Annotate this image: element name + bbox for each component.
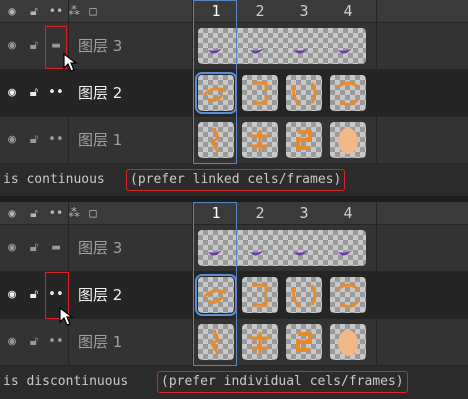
cel[interactable] bbox=[242, 324, 278, 360]
cel[interactable] bbox=[330, 324, 366, 360]
arrow-graphic bbox=[252, 81, 268, 105]
column-divider bbox=[68, 0, 69, 164]
blob-graphic bbox=[338, 128, 358, 154]
arrow-graphic bbox=[292, 284, 317, 309]
status-bar: is continuous (prefer linked cels/frames… bbox=[0, 165, 468, 195]
eye-icon[interactable]: ◉ bbox=[2, 0, 22, 22]
eye-icon[interactable]: ◉ bbox=[2, 23, 22, 69]
lock-icon[interactable]: 🔓︎ bbox=[24, 23, 44, 69]
column-divider bbox=[192, 0, 193, 164]
cel[interactable] bbox=[286, 122, 322, 158]
frame-number-4[interactable]: 4 bbox=[326, 202, 370, 224]
cel[interactable] bbox=[286, 75, 322, 111]
blob-graphic bbox=[209, 127, 220, 153]
blob-graphic bbox=[338, 330, 358, 356]
layer-name[interactable]: 图层 3 bbox=[78, 23, 122, 69]
layer-name[interactable]: 图层 1 bbox=[78, 117, 122, 163]
eye-icon[interactable]: ◉ bbox=[2, 272, 22, 318]
layer-row-2[interactable]: ◉ 🔓︎ •• 图层 2 bbox=[0, 70, 468, 117]
cel[interactable] bbox=[198, 324, 234, 360]
eye-icon[interactable]: ◉ bbox=[2, 202, 22, 224]
eye-icon[interactable]: ◉ bbox=[2, 70, 22, 116]
arrow-graphic bbox=[337, 283, 360, 308]
link-icon[interactable]: •• bbox=[46, 202, 66, 224]
moon-graphic bbox=[208, 250, 352, 256]
linked-cel[interactable] bbox=[198, 230, 366, 266]
layer-name[interactable]: 图层 3 bbox=[78, 225, 122, 271]
moon-graphic bbox=[208, 48, 352, 54]
cel[interactable] bbox=[242, 122, 278, 158]
eye-icon[interactable]: ◉ bbox=[2, 117, 22, 163]
cel[interactable] bbox=[330, 122, 366, 158]
frame-number-3[interactable]: 3 bbox=[282, 0, 326, 22]
timeline-panel-discontinuous: ◉ 🔓︎ •• ⁂ □ 1 2 3 4 ◉ 🔓︎ ▬ 图层 3 ◉ 🔓︎ •• … bbox=[0, 202, 468, 399]
cel[interactable] bbox=[330, 277, 366, 313]
status-message: is continuous bbox=[3, 172, 113, 187]
timeline-header: ◉ 🔓︎ •• ⁂ □ 1 2 3 4 bbox=[0, 202, 468, 225]
mouse-cursor-icon bbox=[59, 306, 74, 326]
column-divider bbox=[376, 0, 377, 164]
layer-name[interactable]: 图层 1 bbox=[78, 319, 122, 365]
cel[interactable] bbox=[242, 75, 278, 111]
arrow-graphic bbox=[202, 289, 227, 304]
frame-number-2[interactable]: 2 bbox=[238, 202, 282, 224]
frame-number-1[interactable]: 1 bbox=[194, 202, 238, 224]
blob-graphic bbox=[209, 329, 220, 355]
cel[interactable] bbox=[286, 277, 322, 313]
link-icon[interactable]: •• bbox=[46, 0, 66, 22]
continuous-line-icon[interactable]: ▬ bbox=[46, 225, 66, 271]
lock-icon[interactable]: 🔓︎ bbox=[24, 225, 44, 271]
arrow-graphic bbox=[337, 81, 360, 106]
arrow-graphic bbox=[292, 82, 317, 107]
timeline-panel-continuous: ◉ 🔓︎ •• ⁂ □ 1 2 3 4 ◉ 🔓︎ ▬ 图层 3 ◉ 🔓︎ •• … bbox=[0, 0, 468, 196]
frame-number-4[interactable]: 4 bbox=[326, 0, 370, 22]
column-divider bbox=[376, 202, 377, 366]
cel[interactable] bbox=[195, 72, 237, 114]
layer-row-1[interactable]: ◉ 🔓︎ •• 图层 1 bbox=[0, 117, 468, 164]
lock-icon[interactable]: 🔓︎ bbox=[24, 117, 44, 163]
arrow-graphic bbox=[202, 87, 227, 102]
lock-icon[interactable]: 🔓︎ bbox=[24, 319, 44, 365]
timeline-header: ◉ 🔓︎ •• ⁂ □ 1 2 3 4 bbox=[0, 0, 468, 23]
blob-graphic bbox=[296, 130, 312, 150]
lock-icon[interactable]: 🔓︎ bbox=[24, 202, 44, 224]
status-bar: is discontinuous (prefer individual cels… bbox=[0, 367, 468, 397]
link-icon[interactable]: •• bbox=[46, 117, 66, 163]
cel[interactable] bbox=[330, 75, 366, 111]
blob-graphic bbox=[250, 332, 270, 354]
blob-graphic bbox=[250, 130, 270, 152]
column-divider bbox=[192, 202, 193, 366]
cel[interactable] bbox=[195, 274, 237, 316]
eye-icon[interactable]: ◉ bbox=[2, 225, 22, 271]
arrow-graphic bbox=[252, 283, 268, 307]
square-icon[interactable]: □ bbox=[84, 202, 102, 224]
link-icon[interactable]: •• bbox=[46, 70, 66, 116]
square-icon[interactable]: □ bbox=[84, 0, 102, 22]
linked-cel[interactable] bbox=[198, 28, 366, 64]
layer-row-3[interactable]: ◉ 🔓︎ ▬ 图层 3 bbox=[0, 225, 468, 272]
cel[interactable] bbox=[198, 122, 234, 158]
frame-number-2[interactable]: 2 bbox=[238, 0, 282, 22]
layer-name[interactable]: 图层 2 bbox=[78, 272, 122, 318]
blob-graphic bbox=[296, 332, 312, 352]
status-hint: (prefer linked cels/frames) bbox=[126, 169, 346, 191]
cel[interactable] bbox=[286, 324, 322, 360]
status-message: is discontinuous bbox=[3, 374, 137, 389]
lock-icon[interactable]: 🔓︎ bbox=[24, 272, 44, 318]
eye-icon[interactable]: ◉ bbox=[2, 319, 22, 365]
layer-name[interactable]: 图层 2 bbox=[78, 70, 122, 116]
lock-icon[interactable]: 🔓︎ bbox=[24, 70, 44, 116]
status-hint: (prefer individual cels/frames) bbox=[157, 371, 408, 393]
lock-icon[interactable]: 🔓︎ bbox=[24, 0, 44, 22]
frame-number-3[interactable]: 3 bbox=[282, 202, 326, 224]
frame-number-1[interactable]: 1 bbox=[194, 0, 238, 22]
mouse-cursor-icon bbox=[63, 52, 78, 72]
cel[interactable] bbox=[242, 277, 278, 313]
